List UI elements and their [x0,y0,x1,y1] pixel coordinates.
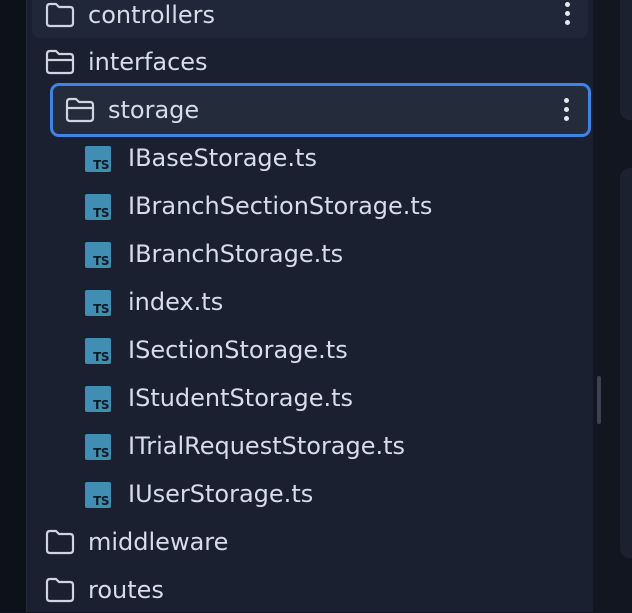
file-label: ISectionStorage.ts [128,336,348,364]
file-label: IUserStorage.ts [128,480,314,508]
folder-open-icon [65,97,95,123]
file-label: ITrialRequestStorage.ts [128,432,406,460]
folder-row-controllers[interactable]: controllers [32,0,588,38]
scrollbar-thumb[interactable] [597,376,601,424]
file-row[interactable]: TS IBranchStorage.ts [32,231,588,277]
file-row[interactable]: TS ISectionStorage.ts [32,327,588,373]
file-label: IStudentStorage.ts [128,384,353,412]
folder-row-interfaces[interactable]: interfaces [32,39,588,85]
folder-icon [45,529,75,555]
typescript-file-icon: TS [85,242,111,268]
typescript-file-icon: TS [85,482,111,508]
file-label: IBranchStorage.ts [128,240,344,268]
typescript-file-icon: TS [85,290,111,316]
file-row[interactable]: TS index.ts [32,279,588,325]
more-vertical-icon[interactable] [563,2,571,32]
folder-row-middleware[interactable]: middleware [32,519,588,565]
editor-panel-edge [620,168,632,558]
typescript-file-icon: TS [85,146,111,172]
typescript-file-icon: TS [85,386,111,412]
folder-icon [45,2,75,28]
typescript-file-icon: TS [85,194,111,220]
file-label: index.ts [128,288,224,316]
folder-label: middleware [88,528,229,556]
typescript-file-icon: TS [85,338,111,364]
file-row[interactable]: TS IBaseStorage.ts [32,135,588,181]
folder-label: interfaces [88,48,208,76]
file-label: IBaseStorage.ts [128,144,317,172]
left-sidebar-edge [0,0,27,612]
more-vertical-icon[interactable] [562,98,570,128]
editor-panel-edge [620,0,632,120]
folder-label: controllers [88,1,215,29]
file-row[interactable]: TS IUserStorage.ts [32,471,588,517]
folder-icon [45,577,75,603]
folder-open-icon [45,49,75,75]
file-row[interactable]: TS IBranchSectionStorage.ts [32,183,588,229]
folder-row-storage[interactable]: storage [50,83,591,137]
typescript-file-icon: TS [85,434,111,460]
folder-label: routes [88,576,164,604]
file-row[interactable]: TS IStudentStorage.ts [32,375,588,421]
file-label: IBranchSectionStorage.ts [128,192,433,220]
folder-row-routes[interactable]: routes [32,567,588,613]
folder-label: storage [108,96,200,124]
file-row[interactable]: TS ITrialRequestStorage.ts [32,423,588,469]
